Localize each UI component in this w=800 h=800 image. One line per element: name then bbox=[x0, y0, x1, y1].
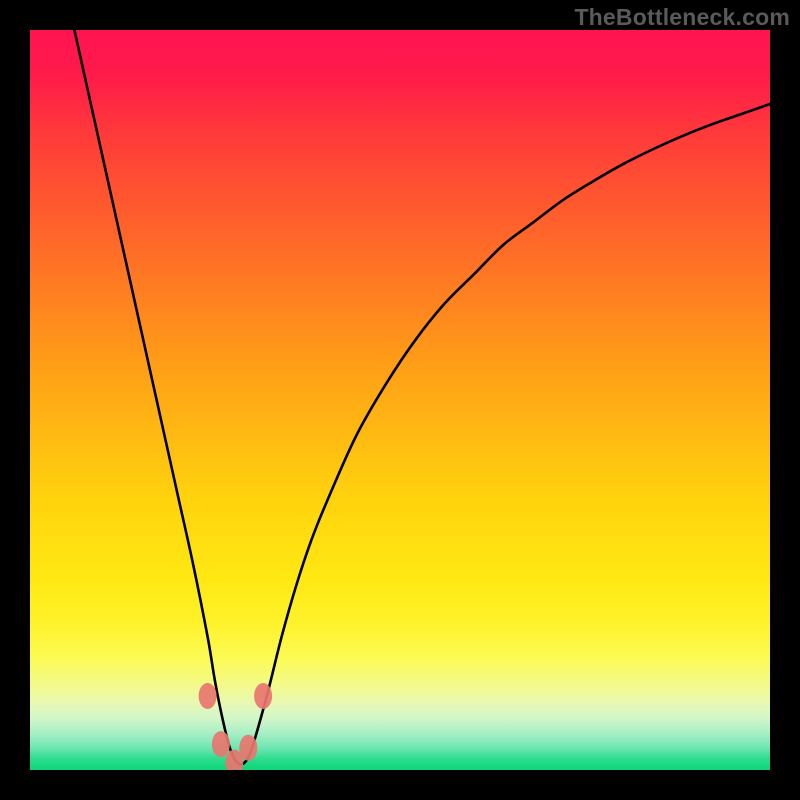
curve-layer bbox=[30, 30, 770, 770]
curve-marker bbox=[239, 735, 257, 761]
plot-area bbox=[30, 30, 770, 770]
chart-frame: TheBottleneck.com bbox=[0, 0, 800, 800]
curve-marker bbox=[212, 731, 230, 757]
curve-marker bbox=[254, 683, 272, 709]
curve-markers bbox=[199, 683, 273, 770]
watermark-text: TheBottleneck.com bbox=[574, 4, 790, 31]
bottleneck-curve bbox=[74, 30, 770, 764]
curve-marker bbox=[199, 683, 217, 709]
